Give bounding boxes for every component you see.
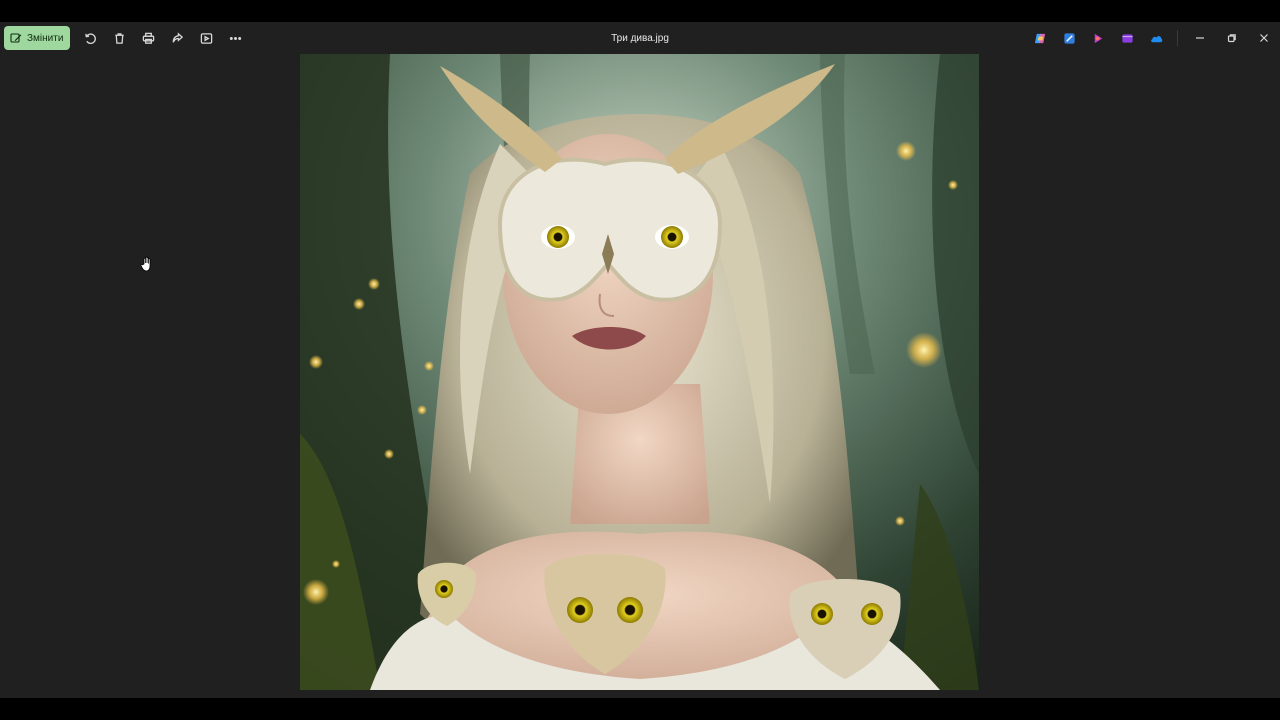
edit-image-icon bbox=[10, 33, 22, 43]
edit-button[interactable]: Змінити bbox=[4, 26, 71, 50]
restore-icon bbox=[1227, 34, 1236, 43]
app-launcher-bar bbox=[1026, 26, 1280, 50]
slideshow-button[interactable] bbox=[192, 26, 221, 50]
clipchamp-video-icon bbox=[1122, 33, 1133, 43]
hand-cursor-icon bbox=[140, 256, 154, 272]
share-icon bbox=[173, 31, 184, 42]
photos-window: Змінити Три дива.jpg bbox=[0, 22, 1280, 698]
edit-button-label: Змінити bbox=[27, 32, 64, 44]
onedrive-icon bbox=[1151, 35, 1163, 42]
clipchamp-icon bbox=[1094, 33, 1103, 43]
image-canvas[interactable] bbox=[0, 54, 1280, 698]
more-icon bbox=[230, 36, 242, 40]
onedrive-button[interactable] bbox=[1142, 26, 1171, 50]
toolbar-separator bbox=[1177, 30, 1178, 46]
toolbar: Змінити bbox=[4, 26, 250, 50]
displayed-photo bbox=[300, 54, 979, 690]
more-button[interactable] bbox=[221, 26, 250, 50]
rotate-button[interactable] bbox=[76, 26, 105, 50]
copilot-button[interactable] bbox=[1026, 26, 1055, 50]
title-bar: Змінити Три дива.jpg bbox=[0, 22, 1280, 56]
slideshow-icon bbox=[201, 32, 213, 44]
print-icon bbox=[143, 32, 155, 44]
video-editor-button[interactable] bbox=[1113, 26, 1142, 50]
minimize-button[interactable] bbox=[1184, 26, 1216, 50]
owl-mask-woman-photo bbox=[300, 54, 979, 690]
rotate-icon bbox=[85, 32, 97, 44]
close-icon bbox=[1260, 34, 1268, 42]
designer-button[interactable] bbox=[1055, 26, 1084, 50]
share-button[interactable] bbox=[163, 26, 192, 50]
close-button[interactable] bbox=[1248, 26, 1280, 50]
restore-button[interactable] bbox=[1216, 26, 1248, 50]
letterbox-bottom bbox=[0, 698, 1280, 720]
letterbox-top bbox=[0, 0, 1280, 22]
minimize-icon bbox=[1196, 37, 1204, 39]
file-title: Три дива.jpg bbox=[611, 33, 669, 44]
clipchamp-button[interactable] bbox=[1084, 26, 1113, 50]
print-button[interactable] bbox=[134, 26, 163, 50]
copilot-icon bbox=[1034, 33, 1046, 43]
designer-icon bbox=[1064, 32, 1075, 44]
delete-icon bbox=[115, 32, 125, 44]
delete-button[interactable] bbox=[105, 26, 134, 50]
